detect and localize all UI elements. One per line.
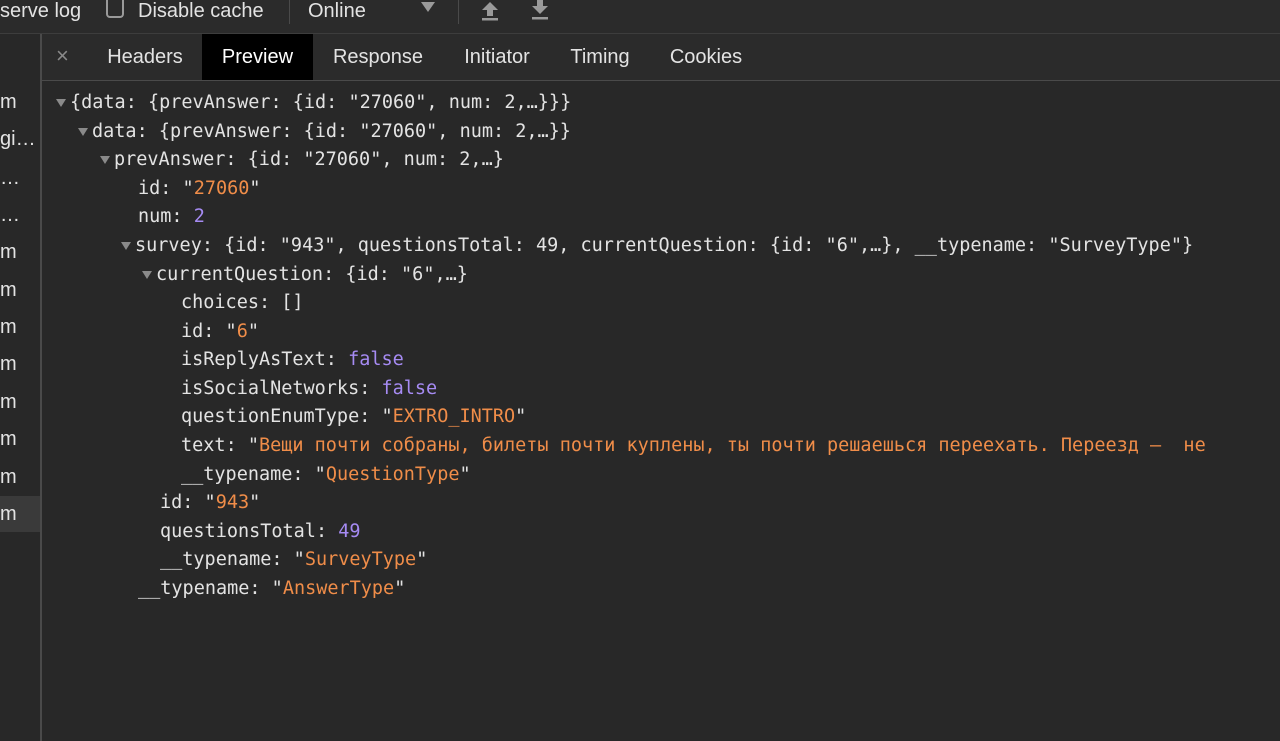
string-value: AnswerType bbox=[282, 578, 395, 599]
request-row[interactable]: m bbox=[0, 272, 40, 308]
node-summary: {prevAnswer: {id: "27060", num: 2,…}} bbox=[158, 121, 571, 142]
node-key: data bbox=[92, 121, 137, 142]
tree-leaf-text: text: "Вещи почти собраны, билеты почти … bbox=[181, 435, 1206, 456]
throttling-select[interactable]: Online bbox=[308, 0, 366, 22]
tree-leaf-questionstotal: questionsTotal: 49 bbox=[160, 521, 361, 542]
close-icon[interactable]: × bbox=[56, 34, 69, 80]
request-row[interactable]: m bbox=[0, 234, 40, 270]
expand-triangle-icon[interactable] bbox=[56, 99, 66, 107]
node-key: isReplyAsText bbox=[181, 349, 326, 370]
request-row[interactable]: … bbox=[0, 197, 40, 233]
tab-headers[interactable]: Headers bbox=[90, 34, 200, 80]
node-summary: {id: "943", questionsTotal: 49, currentQ… bbox=[224, 235, 1194, 256]
array-value: [] bbox=[281, 292, 304, 313]
expand-triangle-icon[interactable] bbox=[142, 271, 152, 279]
disable-cache-checkbox[interactable] bbox=[106, 0, 124, 18]
tree-leaf-choices: choices: [] bbox=[181, 292, 304, 313]
string-value: Вещи почти собраны, билеты почти куплены… bbox=[258, 435, 1206, 456]
network-toolbar: serve log Disable cache Online bbox=[0, 0, 1280, 34]
number-value: 49 bbox=[338, 521, 361, 542]
node-summary: {id: "6",…} bbox=[345, 264, 468, 285]
tree-node-data[interactable]: data: {prevAnswer: {id: "27060", num: 2,… bbox=[78, 118, 571, 146]
request-row[interactable]: m bbox=[0, 384, 40, 420]
tab-response[interactable]: Response bbox=[322, 34, 434, 80]
tree-leaf-survey-typename: __typename: "SurveyType" bbox=[160, 549, 428, 570]
tree-leaf-answer-typename: __typename: "AnswerType" bbox=[138, 578, 406, 599]
tab-cookies[interactable]: Cookies bbox=[663, 34, 749, 80]
tree-leaf-issocialnetworks: isSocialNetworks: false bbox=[181, 378, 438, 399]
tree-leaf-survey-id: id: "943" bbox=[160, 492, 261, 513]
detail-tab-bar: × Headers Preview Response Initiator Tim… bbox=[42, 34, 1280, 81]
expand-triangle-icon[interactable] bbox=[78, 128, 88, 136]
request-row[interactable]: gi… bbox=[0, 121, 40, 157]
string-value: EXTRO_INTRO bbox=[392, 406, 516, 427]
string-value: QuestionType bbox=[325, 464, 460, 485]
download-icon[interactable] bbox=[529, 0, 551, 22]
node-key: prevAnswer bbox=[114, 149, 226, 170]
node-key: questionsTotal bbox=[160, 521, 316, 542]
node-key: num bbox=[138, 206, 172, 227]
boolean-value: false bbox=[348, 349, 404, 370]
number-value: 2 bbox=[193, 206, 205, 227]
request-row-selected[interactable]: m bbox=[0, 496, 40, 532]
tab-initiator[interactable]: Initiator bbox=[451, 34, 543, 80]
node-key: __typename bbox=[160, 549, 272, 570]
tree-leaf-questionenumtype: questionEnumType: "EXTRO_INTRO" bbox=[181, 406, 527, 427]
node-key: __typename bbox=[138, 578, 250, 599]
node-key: isSocialNetworks bbox=[181, 378, 360, 399]
preserve-log-label[interactable]: serve log bbox=[0, 0, 81, 22]
tab-timing[interactable]: Timing bbox=[562, 34, 638, 80]
node-key: __typename bbox=[181, 464, 293, 485]
node-key: id bbox=[138, 178, 161, 199]
tree-root-node[interactable]: {data: {prevAnswer: {id: "27060", num: 2… bbox=[56, 89, 571, 117]
tree-leaf-id: id: "27060" bbox=[138, 178, 261, 199]
expand-triangle-icon[interactable] bbox=[100, 156, 110, 164]
string-value: 943 bbox=[215, 492, 250, 513]
node-summary: {id: "27060", num: 2,…} bbox=[247, 149, 504, 170]
node-key: survey bbox=[135, 235, 202, 256]
tree-node-survey[interactable]: survey: {id: "943", questionsTotal: 49, … bbox=[121, 232, 1193, 260]
node-key: text bbox=[181, 435, 226, 456]
node-key: questionEnumType bbox=[181, 406, 360, 427]
request-row[interactable]: m bbox=[0, 459, 40, 495]
string-value: 6 bbox=[236, 321, 248, 342]
string-value: 27060 bbox=[193, 178, 250, 199]
json-preview-tree: {data: {prevAnswer: {id: "27060", num: 2… bbox=[42, 81, 1280, 741]
chevron-down-icon[interactable] bbox=[421, 2, 435, 12]
expand-triangle-icon[interactable] bbox=[121, 242, 131, 250]
request-row[interactable]: m bbox=[0, 421, 40, 457]
string-value: SurveyType bbox=[304, 549, 417, 570]
boolean-value: false bbox=[381, 378, 438, 399]
request-row[interactable]: m bbox=[0, 346, 40, 382]
node-key: id bbox=[160, 492, 183, 513]
tree-node-currentquestion[interactable]: currentQuestion: {id: "6",…} bbox=[142, 261, 468, 289]
request-list: m gi… … … m m m m m m m m bbox=[0, 34, 42, 741]
root-summary: {data: {prevAnswer: {id: "27060", num: 2… bbox=[70, 92, 572, 113]
toolbar-divider bbox=[289, 0, 290, 24]
node-key: id bbox=[181, 321, 204, 342]
tab-preview[interactable]: Preview bbox=[202, 34, 313, 80]
request-row[interactable]: m bbox=[0, 309, 40, 345]
request-row[interactable]: m bbox=[0, 84, 40, 120]
node-key: choices bbox=[181, 292, 259, 313]
request-row[interactable]: … bbox=[0, 160, 40, 196]
tree-leaf-num: num: 2 bbox=[138, 206, 205, 227]
tree-node-prevanswer[interactable]: prevAnswer: {id: "27060", num: 2,…} bbox=[100, 146, 504, 174]
tree-leaf-question-typename: __typename: "QuestionType" bbox=[181, 464, 471, 485]
toolbar-divider bbox=[458, 0, 459, 24]
tree-leaf-question-id: id: "6" bbox=[181, 321, 259, 342]
disable-cache-label[interactable]: Disable cache bbox=[138, 0, 264, 22]
upload-icon[interactable] bbox=[479, 0, 501, 22]
node-key: currentQuestion bbox=[156, 264, 324, 285]
tree-leaf-isreplyastext: isReplyAsText: false bbox=[181, 349, 404, 370]
devtools-network-panel: serve log Disable cache Online m gi… … …… bbox=[0, 0, 1280, 741]
